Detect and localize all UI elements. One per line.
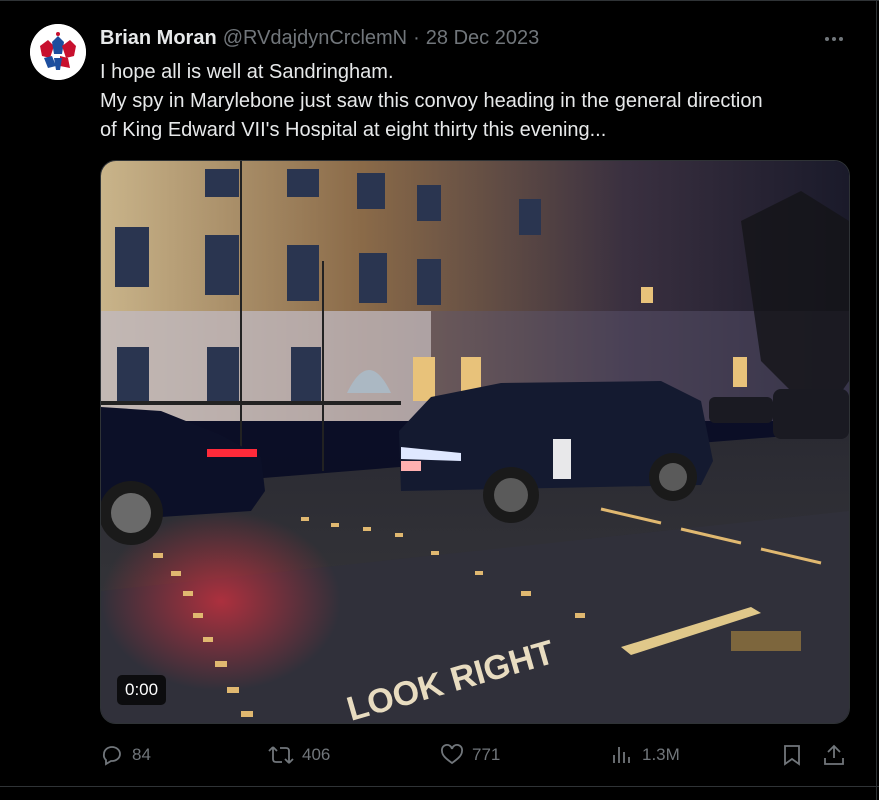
author-handle[interactable]: @RVdajdynCrclemN bbox=[223, 27, 407, 50]
views-count: 1.3M bbox=[642, 745, 680, 764]
more-dot bbox=[839, 37, 843, 41]
tweet-card[interactable]: Brian Moran @RVdajdynCrclemN · 28 Dec 20… bbox=[0, 0, 879, 800]
video-player[interactable]: LOOK RIGHT 0:00 bbox=[100, 160, 850, 724]
bookmark-icon bbox=[780, 743, 804, 767]
views-icon bbox=[610, 743, 634, 767]
heart-icon bbox=[440, 743, 464, 767]
avatar-logo bbox=[30, 24, 86, 80]
more-dot bbox=[832, 37, 836, 41]
top-divider bbox=[0, 0, 879, 1]
bookmark-button[interactable] bbox=[780, 740, 804, 770]
views-button[interactable]: 1.3M bbox=[610, 740, 680, 770]
reply-button[interactable]: 84 bbox=[100, 740, 151, 770]
tweet-header: Brian Moran @RVdajdynCrclemN · 28 Dec 20… bbox=[100, 24, 539, 52]
repost-button[interactable]: 406 bbox=[268, 740, 330, 770]
share-icon bbox=[822, 743, 846, 767]
share-button[interactable] bbox=[822, 740, 846, 770]
video-timestamp: 0:00 bbox=[117, 675, 167, 705]
like-button[interactable]: 771 bbox=[440, 740, 500, 770]
tweet-date[interactable]: 28 Dec 2023 bbox=[426, 27, 539, 50]
author-name[interactable]: Brian Moran bbox=[100, 27, 217, 50]
bottom-divider bbox=[0, 786, 879, 787]
more-icon[interactable] bbox=[820, 28, 848, 50]
like-count: 771 bbox=[472, 745, 501, 764]
separator-dot: · bbox=[413, 26, 420, 49]
tweet-actions: 84 406 771 1.3M bbox=[100, 740, 860, 770]
more-dot bbox=[825, 37, 829, 41]
tweet-text-line: My spy in Marylebone just saw this convo… bbox=[100, 90, 763, 112]
reply-count: 84 bbox=[132, 745, 151, 764]
tweet-text-line: I hope all is well at Sandringham. bbox=[100, 61, 394, 83]
video-frame: LOOK RIGHT bbox=[101, 161, 849, 723]
right-divider bbox=[876, 0, 877, 800]
repost-icon bbox=[268, 743, 294, 767]
avatar[interactable] bbox=[30, 24, 86, 80]
repost-count: 406 bbox=[302, 745, 331, 764]
tweet-text-line: of King Edward VII's Hospital at eight t… bbox=[100, 119, 607, 141]
tweet-text: I hope all is well at Sandringham. My sp… bbox=[100, 58, 860, 145]
reply-icon bbox=[100, 743, 124, 767]
